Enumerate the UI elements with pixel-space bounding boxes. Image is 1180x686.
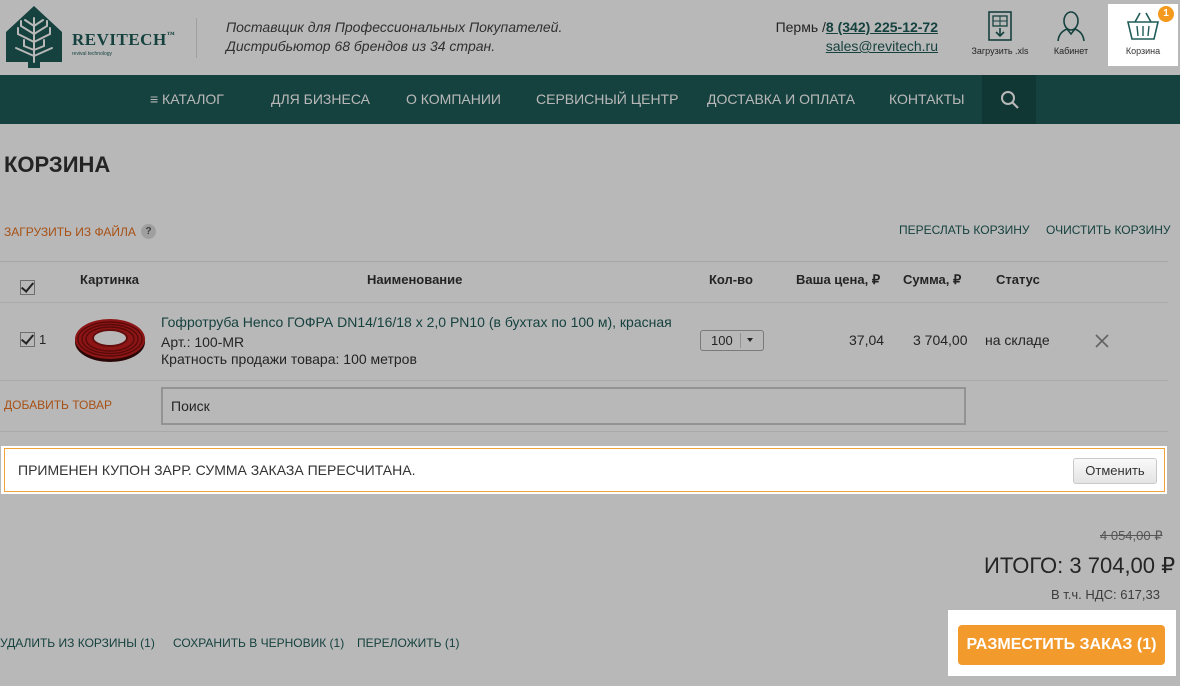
- table-top-divider: [0, 261, 1168, 262]
- nav-contacts[interactable]: КОНТАКТЫ: [889, 75, 965, 124]
- quantity-value: 100: [711, 333, 733, 348]
- email-link[interactable]: sales@revitech.ru: [826, 38, 938, 54]
- search-icon: [1001, 91, 1019, 109]
- tree-logo-icon: [6, 6, 62, 68]
- header-divider: [196, 18, 197, 58]
- row-status: на складе: [985, 332, 1050, 348]
- product-multiplicity: Кратность продажи товара: 100 метров: [161, 351, 417, 367]
- cancel-coupon-button[interactable]: Отменить: [1073, 458, 1157, 484]
- city-label: Пермь /: [775, 19, 826, 35]
- select-all-checkbox[interactable]: [20, 280, 35, 295]
- quantity-separator: [740, 333, 741, 348]
- product-search-input[interactable]: [161, 387, 966, 425]
- row-checkbox[interactable]: [20, 332, 35, 347]
- place-order-button[interactable]: РАЗМЕСТИТЬ ЗАКАЗ (1): [958, 625, 1165, 665]
- quantity-select[interactable]: 100: [700, 330, 764, 351]
- nav-delivery[interactable]: ДОСТАВКА И ОПЛАТА: [707, 75, 855, 124]
- logo-wordmark: REVITECH™: [72, 30, 176, 49]
- nav-about[interactable]: О КОМПАНИИ: [406, 75, 501, 124]
- row-sum: 3 704,00: [913, 332, 968, 348]
- tagline-line-2: Дистрибьютор 68 брендов из 34 стран.: [226, 38, 496, 54]
- vat-amount: В т.ч. НДС: 617,33: [1051, 587, 1160, 602]
- nav-catalog[interactable]: ≡ КАТАЛОГ: [150, 75, 224, 124]
- coupon-notice: ПРИМЕНЕН КУПОН ЗАРР. СУММА ЗАКАЗА ПЕРЕСЧ…: [4, 448, 1165, 492]
- help-icon[interactable]: ?: [141, 224, 156, 239]
- dim-overlay: [1176, 610, 1180, 686]
- user-icon: [1057, 11, 1085, 42]
- column-header-price: Ваша цена, ₽: [796, 272, 881, 287]
- cabinet-button[interactable]: Кабинет: [1039, 6, 1103, 66]
- tagline-line-1: Поставщик для Профессиональных Покупател…: [226, 19, 563, 35]
- page-title: КОРЗИНА: [4, 152, 111, 177]
- coupon-message: ПРИМЕНЕН КУПОН ЗАРР. СУММА ЗАКАЗА ПЕРЕСЧ…: [18, 462, 416, 478]
- nav-search-button[interactable]: [982, 75, 1036, 124]
- add-item-label[interactable]: ДОБАВИТЬ ТОВАР: [4, 398, 112, 412]
- product-image[interactable]: [72, 312, 148, 366]
- phone-link[interactable]: 8 (342) 225-12-72: [826, 19, 938, 35]
- upload-xls-label: Загрузить .xls: [971, 46, 1029, 56]
- column-header-sum: Сумма, ₽: [903, 272, 962, 287]
- row-divider: [0, 302, 1168, 303]
- upload-xls-button[interactable]: Загрузить .xls: [968, 6, 1032, 66]
- row-divider: [0, 380, 1168, 381]
- close-icon[interactable]: [1093, 332, 1111, 350]
- delete-from-cart-link[interactable]: УДАЛИТЬ ИЗ КОРЗИНЫ (1): [0, 636, 155, 650]
- nav-business[interactable]: ДЛЯ БИЗНЕСА: [271, 75, 370, 124]
- logo-tagline: revival technology: [72, 51, 113, 57]
- cabinet-label: Кабинет: [1053, 46, 1089, 56]
- forward-cart-link[interactable]: ПЕРЕСЛАТЬ КОРЗИНУ: [899, 223, 1029, 237]
- header-tagline: Поставщик для Профессиональных Покупател…: [226, 18, 562, 56]
- cart-count-badge: 1: [1158, 6, 1174, 22]
- row-divider: [0, 431, 1168, 432]
- row-number: 1: [39, 332, 47, 347]
- main-nav: ≡ КАТАЛОГ ДЛЯ БИЗНЕСА О КОМПАНИИ СЕРВИСН…: [0, 75, 1180, 124]
- basket-icon: [1126, 12, 1160, 40]
- dim-overlay: [1167, 446, 1180, 494]
- column-header-picture: Картинка: [80, 272, 140, 287]
- clear-cart-link[interactable]: ОЧИСТИТЬ КОРЗИНУ: [1046, 223, 1171, 237]
- dim-overlay: [948, 676, 1176, 686]
- chevron-down-icon[interactable]: [747, 338, 753, 342]
- nav-service[interactable]: СЕРВИСНЫЙ ЦЕНТР: [536, 75, 678, 124]
- row-price: 37,04: [849, 332, 885, 348]
- column-header-status: Статус: [996, 272, 1040, 287]
- save-draft-link[interactable]: СОХРАНИТЬ В ЧЕРНОВИК (1): [173, 636, 344, 650]
- product-article: Арт.: 100-MR: [161, 334, 245, 350]
- column-header-qty: Кол-во: [709, 272, 753, 287]
- xls-file-icon: [988, 11, 1012, 41]
- dim-overlay: [0, 494, 1180, 610]
- old-total: 4 054,00 ₽: [1100, 528, 1163, 543]
- column-header-name: Наименование: [367, 272, 463, 287]
- header-contacts: Пермь /8 (342) 225-12-72 sales@revitech.…: [776, 18, 938, 56]
- order-total: ИТОГО: 3 704,00 ₽: [984, 553, 1176, 578]
- upload-from-file-link[interactable]: ЗАГРУЗИТЬ ИЗ ФАЙЛА: [4, 225, 136, 239]
- cart-label: Корзина: [1125, 46, 1161, 56]
- move-items-link[interactable]: ПЕРЕЛОЖИТЬ (1): [357, 636, 460, 650]
- site-header: REVITECH™ revival technology Поставщик д…: [0, 0, 1180, 75]
- product-name-link[interactable]: Гофротруба Henco ГОФРА DN14/16/18 х 2,0 …: [161, 314, 672, 330]
